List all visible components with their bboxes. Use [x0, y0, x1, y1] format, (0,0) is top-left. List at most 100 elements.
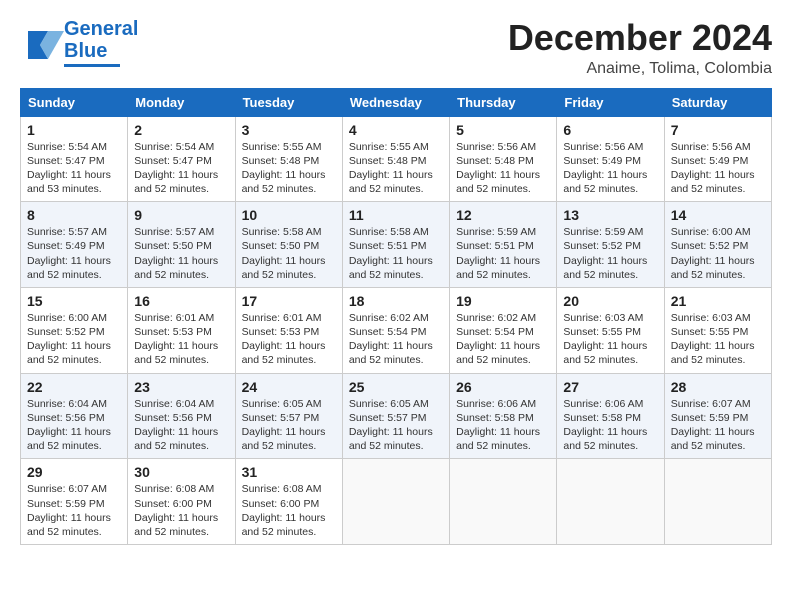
title-area: December 2024 Anaime, Tolima, Colombia — [508, 18, 772, 78]
calendar-cell: 25 Sunrise: 6:05 AMSunset: 5:57 PMDayligh… — [342, 373, 449, 459]
day-info: Sunrise: 5:57 AMSunset: 5:49 PMDaylight:… — [27, 225, 121, 282]
day-info: Sunrise: 6:08 AMSunset: 6:00 PMDaylight:… — [134, 482, 228, 539]
day-number: 9 — [134, 207, 228, 223]
day-info: Sunrise: 6:03 AMSunset: 5:55 PMDaylight:… — [563, 311, 657, 368]
calendar-cell — [342, 459, 449, 545]
day-number: 31 — [242, 464, 336, 480]
day-info: Sunrise: 5:58 AMSunset: 5:50 PMDaylight:… — [242, 225, 336, 282]
day-info: Sunrise: 6:00 AMSunset: 5:52 PMDaylight:… — [27, 311, 121, 368]
day-number: 26 — [456, 379, 550, 395]
day-number: 19 — [456, 293, 550, 309]
calendar-cell: 18 Sunrise: 6:02 AMSunset: 5:54 PMDayligh… — [342, 287, 449, 373]
day-info: Sunrise: 6:06 AMSunset: 5:58 PMDaylight:… — [563, 397, 657, 454]
calendar-cell: 4 Sunrise: 5:55 AMSunset: 5:48 PMDaylight… — [342, 116, 449, 202]
day-number: 4 — [349, 122, 443, 138]
calendar-cell: 27 Sunrise: 6:06 AMSunset: 5:58 PMDayligh… — [557, 373, 664, 459]
logo-icon — [20, 21, 64, 65]
calendar-cell: 17Sunrise: 6:01 AMSunset: 5:53 PMDayligh… — [235, 287, 342, 373]
day-info: Sunrise: 6:07 AMSunset: 5:59 PMDaylight:… — [671, 397, 765, 454]
calendar-cell: 11 Sunrise: 5:58 AMSunset: 5:51 PMDayligh… — [342, 202, 449, 288]
logo-text-area: General Blue — [64, 18, 138, 67]
logo: General Blue — [20, 18, 138, 67]
calendar-cell: 1 Sunrise: 5:54 AMSunset: 5:47 PMDaylight… — [21, 116, 128, 202]
day-info: Sunrise: 6:05 AMSunset: 5:57 PMDaylight:… — [349, 397, 443, 454]
weekday-header-friday: Friday — [557, 88, 664, 116]
day-number: 11 — [349, 207, 443, 223]
calendar-cell: 26 Sunrise: 6:06 AMSunset: 5:58 PMDayligh… — [450, 373, 557, 459]
day-info: Sunrise: 6:07 AMSunset: 5:59 PMDaylight:… — [27, 482, 121, 539]
calendar-cell: 2 Sunrise: 5:54 AMSunset: 5:47 PMDaylight… — [128, 116, 235, 202]
weekday-header-tuesday: Tuesday — [235, 88, 342, 116]
day-info: Sunrise: 6:04 AMSunset: 5:56 PMDaylight:… — [27, 397, 121, 454]
calendar-row-2: 15 Sunrise: 6:00 AMSunset: 5:52 PMDayligh… — [21, 287, 772, 373]
day-number: 23 — [134, 379, 228, 395]
day-number: 28 — [671, 379, 765, 395]
day-number: 1 — [27, 122, 121, 138]
day-info: Sunrise: 5:56 AMSunset: 5:49 PMDaylight:… — [671, 140, 765, 197]
day-number: 21 — [671, 293, 765, 309]
day-number: 15 — [27, 293, 121, 309]
day-number: 12 — [456, 207, 550, 223]
day-number: 24 — [242, 379, 336, 395]
calendar-cell: 10 Sunrise: 5:58 AMSunset: 5:50 PMDayligh… — [235, 202, 342, 288]
day-number: 10 — [242, 207, 336, 223]
month-title: December 2024 — [508, 18, 772, 58]
calendar-cell: 20Sunrise: 6:03 AMSunset: 5:55 PMDayligh… — [557, 287, 664, 373]
day-number: 7 — [671, 122, 765, 138]
calendar-cell: 7 Sunrise: 5:56 AMSunset: 5:49 PMDaylight… — [664, 116, 771, 202]
day-info: Sunrise: 6:08 AMSunset: 6:00 PMDaylight:… — [242, 482, 336, 539]
day-number: 8 — [27, 207, 121, 223]
day-number: 27 — [563, 379, 657, 395]
day-info: Sunrise: 5:57 AMSunset: 5:50 PMDaylight:… — [134, 225, 228, 282]
day-number: 14 — [671, 207, 765, 223]
calendar-cell: 6 Sunrise: 5:56 AMSunset: 5:49 PMDaylight… — [557, 116, 664, 202]
calendar-cell: 8 Sunrise: 5:57 AMSunset: 5:49 PMDaylight… — [21, 202, 128, 288]
weekday-header-row: SundayMondayTuesdayWednesdayThursdayFrid… — [21, 88, 772, 116]
day-info: Sunrise: 5:55 AMSunset: 5:48 PMDaylight:… — [349, 140, 443, 197]
calendar-cell — [557, 459, 664, 545]
calendar-cell: 12Sunrise: 5:59 AMSunset: 5:51 PMDayligh… — [450, 202, 557, 288]
weekday-header-thursday: Thursday — [450, 88, 557, 116]
calendar-cell: 15 Sunrise: 6:00 AMSunset: 5:52 PMDayligh… — [21, 287, 128, 373]
calendar-cell: 21 Sunrise: 6:03 AMSunset: 5:55 PMDayligh… — [664, 287, 771, 373]
calendar-cell: 19 Sunrise: 6:02 AMSunset: 5:54 PMDayligh… — [450, 287, 557, 373]
day-info: Sunrise: 6:01 AMSunset: 5:53 PMDaylight:… — [242, 311, 336, 368]
day-info: Sunrise: 5:56 AMSunset: 5:49 PMDaylight:… — [563, 140, 657, 197]
logo-blue: Blue — [64, 40, 138, 62]
calendar-cell: 16 Sunrise: 6:01 AMSunset: 5:53 PMDayligh… — [128, 287, 235, 373]
header: General Blue December 2024 Anaime, Tolim… — [20, 18, 772, 78]
day-number: 2 — [134, 122, 228, 138]
calendar-cell: 13Sunrise: 5:59 AMSunset: 5:52 PMDayligh… — [557, 202, 664, 288]
calendar-cell: 24 Sunrise: 6:05 AMSunset: 5:57 PMDayligh… — [235, 373, 342, 459]
day-info: Sunrise: 5:54 AMSunset: 5:47 PMDaylight:… — [134, 140, 228, 197]
day-number: 18 — [349, 293, 443, 309]
day-info: Sunrise: 6:06 AMSunset: 5:58 PMDaylight:… — [456, 397, 550, 454]
calendar-cell: 3 Sunrise: 5:55 AMSunset: 5:48 PMDaylight… — [235, 116, 342, 202]
calendar-row-1: 8 Sunrise: 5:57 AMSunset: 5:49 PMDaylight… — [21, 202, 772, 288]
day-info: Sunrise: 6:03 AMSunset: 5:55 PMDaylight:… — [671, 311, 765, 368]
day-info: Sunrise: 6:00 AMSunset: 5:52 PMDaylight:… — [671, 225, 765, 282]
weekday-header-saturday: Saturday — [664, 88, 771, 116]
day-info: Sunrise: 6:02 AMSunset: 5:54 PMDaylight:… — [349, 311, 443, 368]
day-number: 3 — [242, 122, 336, 138]
day-info: Sunrise: 6:01 AMSunset: 5:53 PMDaylight:… — [134, 311, 228, 368]
calendar-cell: 31 Sunrise: 6:08 AMSunset: 6:00 PMDayligh… — [235, 459, 342, 545]
logo-wrapper: General Blue — [20, 18, 138, 67]
calendar-cell: 28 Sunrise: 6:07 AMSunset: 5:59 PMDayligh… — [664, 373, 771, 459]
calendar-cell: 14 Sunrise: 6:00 AMSunset: 5:52 PMDayligh… — [664, 202, 771, 288]
logo-underline — [64, 64, 120, 67]
day-number: 16 — [134, 293, 228, 309]
day-info: Sunrise: 6:04 AMSunset: 5:56 PMDaylight:… — [134, 397, 228, 454]
day-info: Sunrise: 5:55 AMSunset: 5:48 PMDaylight:… — [242, 140, 336, 197]
day-number: 13 — [563, 207, 657, 223]
day-number: 29 — [27, 464, 121, 480]
day-info: Sunrise: 6:02 AMSunset: 5:54 PMDaylight:… — [456, 311, 550, 368]
weekday-header-monday: Monday — [128, 88, 235, 116]
day-info: Sunrise: 5:58 AMSunset: 5:51 PMDaylight:… — [349, 225, 443, 282]
day-info: Sunrise: 6:05 AMSunset: 5:57 PMDaylight:… — [242, 397, 336, 454]
day-number: 5 — [456, 122, 550, 138]
day-number: 6 — [563, 122, 657, 138]
day-info: Sunrise: 5:54 AMSunset: 5:47 PMDaylight:… — [27, 140, 121, 197]
calendar-cell: 22Sunrise: 6:04 AMSunset: 5:56 PMDayligh… — [21, 373, 128, 459]
day-number: 25 — [349, 379, 443, 395]
